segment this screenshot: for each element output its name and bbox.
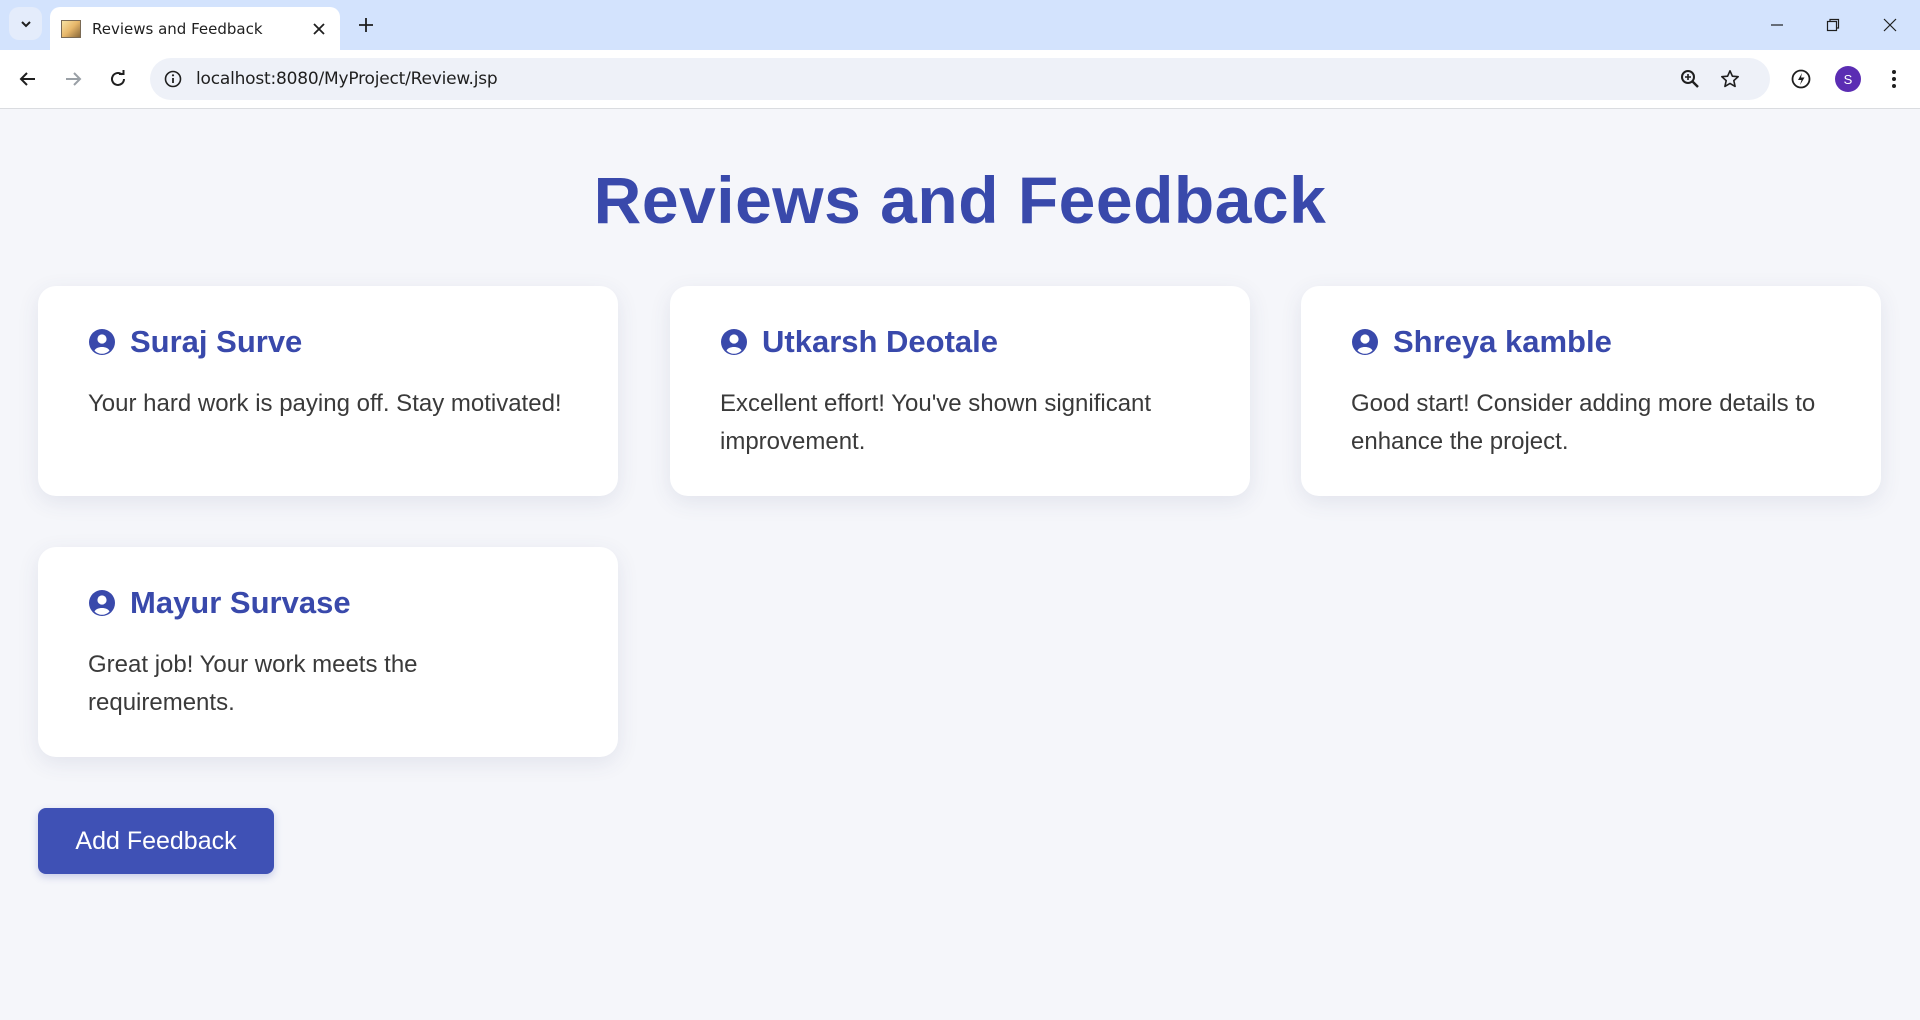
address-bar[interactable]: localhost:8080/MyProject/Review.jsp bbox=[150, 58, 1770, 100]
review-card-header: Shreya kamble bbox=[1351, 324, 1831, 360]
zoom-icon bbox=[1681, 70, 1699, 88]
restore-icon bbox=[1826, 18, 1840, 32]
extension-icon bbox=[1791, 69, 1811, 89]
review-card-header: Utkarsh Deotale bbox=[720, 324, 1200, 360]
extensions-button[interactable] bbox=[1787, 65, 1815, 93]
tab-search-button[interactable] bbox=[9, 7, 42, 40]
back-arrow-icon bbox=[19, 72, 35, 86]
chevron-down-icon bbox=[20, 20, 31, 27]
forward-arrow-icon bbox=[66, 72, 82, 86]
page-title: Reviews and Feedback bbox=[593, 163, 1327, 237]
minimize-button[interactable] bbox=[1762, 10, 1792, 40]
review-text: Good start! Consider adding more details… bbox=[1351, 390, 1816, 455]
review-card: Mayur Survase Great job! Your work meets… bbox=[38, 547, 618, 757]
close-window-button[interactable] bbox=[1875, 10, 1905, 40]
tab-close-button[interactable] bbox=[308, 18, 330, 40]
reviewer-name: Utkarsh Deotale bbox=[762, 324, 999, 359]
add-feedback-button[interactable]: Add Feedback bbox=[38, 808, 274, 874]
user-circle-icon bbox=[1351, 328, 1379, 356]
review-text: Great job! Your work meets the requireme… bbox=[88, 651, 418, 716]
close-icon bbox=[1883, 18, 1897, 32]
user-circle-icon bbox=[88, 328, 116, 356]
user-circle-icon bbox=[720, 328, 748, 356]
url-text[interactable]: localhost:8080/MyProject/Review.jsp bbox=[196, 69, 498, 89]
reload-button[interactable] bbox=[102, 63, 134, 95]
star-icon bbox=[1721, 70, 1739, 88]
review-text: Your hard work is paying off. Stay motiv… bbox=[88, 390, 562, 417]
profile-avatar[interactable]: S bbox=[1835, 66, 1861, 92]
review-card: Suraj Surve Your hard work is paying off… bbox=[38, 286, 618, 496]
reload-icon bbox=[111, 70, 125, 86]
reviewer-name: Suraj Surve bbox=[130, 324, 303, 359]
user-circle-icon bbox=[88, 589, 116, 617]
new-tab-button[interactable] bbox=[353, 12, 379, 38]
site-info-button[interactable] bbox=[162, 68, 184, 90]
browser-tab-strip: Reviews and Feedback bbox=[0, 0, 1920, 50]
plus-icon bbox=[359, 18, 373, 32]
page-content: Reviews and Feedback Suraj Surve Your ha… bbox=[0, 109, 1920, 1020]
zoom-button[interactable] bbox=[1678, 67, 1702, 91]
kebab-menu-icon bbox=[1892, 70, 1896, 88]
reviewer-name: Mayur Survase bbox=[130, 585, 351, 620]
browser-toolbar: localhost:8080/MyProject/Review.jsp S bbox=[0, 50, 1920, 109]
tab-title: Reviews and Feedback bbox=[92, 19, 263, 38]
browser-tab[interactable]: Reviews and Feedback bbox=[50, 7, 340, 50]
review-card: Utkarsh Deotale Excellent effort! You've… bbox=[670, 286, 1250, 496]
review-text: Excellent effort! You've shown significa… bbox=[720, 390, 1152, 455]
review-card-header: Mayur Survase bbox=[88, 585, 568, 621]
minimize-icon bbox=[1771, 24, 1783, 26]
reviewer-name: Shreya kamble bbox=[1393, 324, 1612, 359]
info-icon bbox=[164, 70, 182, 88]
bookmark-button[interactable] bbox=[1718, 67, 1742, 91]
restore-button[interactable] bbox=[1818, 10, 1848, 40]
review-card: Shreya kamble Good start! Consider addin… bbox=[1301, 286, 1881, 496]
favicon-icon bbox=[61, 19, 81, 38]
forward-button[interactable] bbox=[57, 63, 89, 95]
browser-menu-button[interactable] bbox=[1880, 65, 1908, 93]
back-button[interactable] bbox=[12, 63, 44, 95]
review-card-header: Suraj Surve bbox=[88, 324, 568, 360]
close-icon bbox=[313, 22, 325, 35]
